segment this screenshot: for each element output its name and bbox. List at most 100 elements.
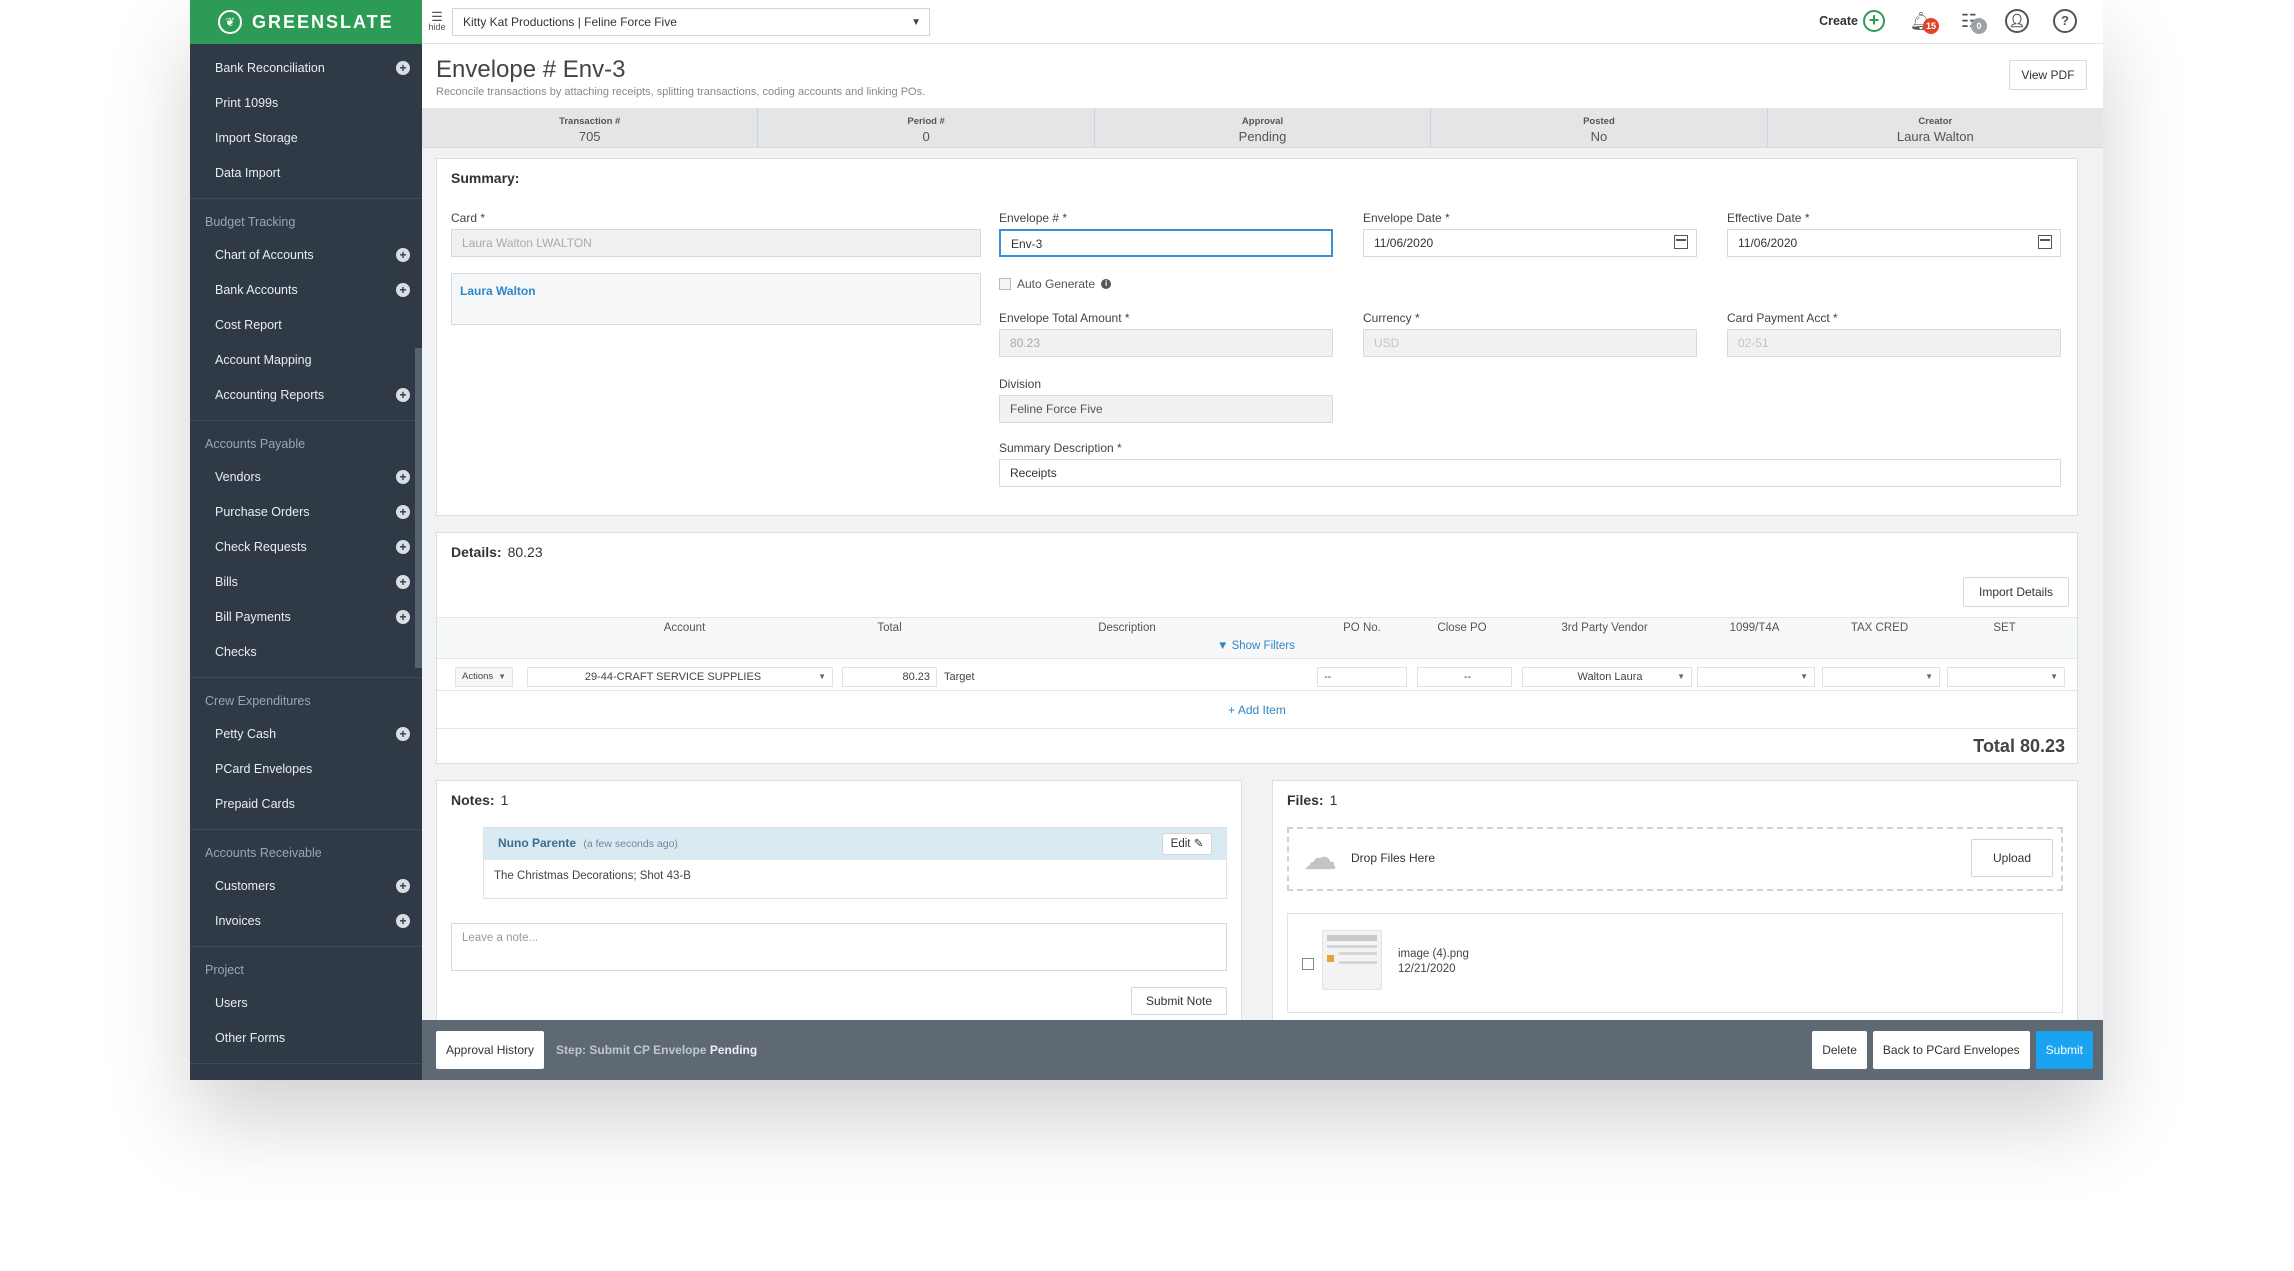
sidebar-item-account-mapping[interactable]: Account Mapping [190,342,422,377]
add-circle-icon[interactable]: + [396,505,410,519]
add-circle-icon[interactable]: + [396,248,410,262]
col-total[interactable]: Total [842,622,937,634]
add-circle-icon[interactable]: + [396,540,410,554]
approval-history-button[interactable]: Approval History [436,1031,545,1069]
set-select[interactable]: ▼ [1947,667,2065,687]
sidebar-item-bank-accounts[interactable]: Bank Accounts + [190,272,422,307]
drop-zone[interactable]: ☁ Drop Files Here Upload [1287,827,2063,891]
sidebar-item-chart-of-accounts[interactable]: Chart of Accounts + [190,237,422,272]
sidebar-item-bank-reconciliation[interactable]: Bank Reconciliation + [190,50,422,85]
add-circle-icon[interactable]: + [396,388,410,402]
submit-button[interactable]: Submit [2035,1031,2093,1069]
sidebar-item-other-forms[interactable]: Other Forms [190,1020,422,1055]
sidebar-item-label: Data Import [215,165,281,180]
sidebar-item-print-1099s[interactable]: Print 1099s [190,85,422,120]
sidebar-item-check-requests[interactable]: Check Requests + [190,529,422,564]
calendar-icon[interactable] [1674,235,1688,249]
tax-cred-select[interactable]: ▼ [1822,667,1940,687]
user-avatar-icon[interactable]: 👤︎ [2005,9,2029,33]
file-checkbox[interactable] [1302,958,1314,970]
sidebar-item-invoices[interactable]: Invoices + [190,903,422,938]
add-circle-icon[interactable]: + [396,61,410,75]
division-label: Division [999,377,1042,391]
notifications-button[interactable]: 🔔︎ 15 [1909,8,1939,34]
col-tax-cred[interactable]: TAX CRED [1817,622,1942,634]
effective-date-input[interactable]: 11/06/2020 [1727,229,2061,257]
col-description[interactable]: Description [937,622,1317,634]
close-po-select[interactable]: -- [1417,667,1512,687]
description-input[interactable]: Receipts [999,459,2061,487]
po-select[interactable]: -- [1317,667,1407,687]
show-filters-link[interactable]: ▼ Show Filters [1217,640,1295,652]
add-item-link[interactable]: + Add Item [437,703,2077,717]
sidebar-item-checks[interactable]: Checks [190,634,422,669]
sidebar-item-purchase-orders[interactable]: Purchase Orders + [190,494,422,529]
sidebar-item-vendors[interactable]: Vendors + [190,459,422,494]
currency-field[interactable]: USD [1363,329,1697,357]
tasks-button[interactable]: ☷ 0 [1957,8,1987,34]
back-to-pcard-envelopes-button[interactable]: Back to PCard Envelopes [1872,1031,2030,1069]
auto-generate-checkbox[interactable] [999,278,1011,290]
sidebar-item-users[interactable]: Users [190,985,422,1020]
vendor-value: Walton Laura [1577,671,1643,683]
add-circle-icon[interactable]: + [396,610,410,624]
note-textarea[interactable]: Leave a note... [451,923,1227,971]
row-actions-button[interactable]: Actions ▼ [455,667,513,687]
total-input[interactable]: 80.23 [842,667,937,687]
add-circle-icon[interactable]: + [396,914,410,928]
envelope-date-input[interactable]: 11/06/2020 [1363,229,1697,257]
sidebar-item-bill-payments[interactable]: Bill Payments + [190,599,422,634]
info-icon[interactable]: i [1101,279,1112,289]
details-amount: 80.23 [507,544,543,560]
col-close-po[interactable]: Close PO [1407,622,1517,634]
sidebar-item-petty-cash[interactable]: Petty Cash + [190,716,422,751]
submit-note-button[interactable]: Submit Note [1131,987,1227,1015]
sidebar-item-prepaid-cards[interactable]: Prepaid Cards [190,786,422,821]
card-field[interactable]: Laura Walton LWALTON [451,229,981,257]
import-details-button[interactable]: Import Details [1963,577,2069,607]
calendar-icon[interactable] [2038,235,2052,249]
view-pdf-button[interactable]: View PDF [2009,60,2087,90]
cardholder-link[interactable]: Laura Walton [460,284,536,298]
file-name[interactable]: image (4).png [1398,948,1469,960]
envelope-no-input[interactable]: Env-3 [999,229,1333,257]
sidebar-item-import-storage[interactable]: Import Storage [190,120,422,155]
col-vendor[interactable]: 3rd Party Vendor [1517,622,1692,634]
note-time: (a few seconds ago) [583,838,678,850]
upload-button[interactable]: Upload [1971,839,2053,877]
add-circle-icon[interactable]: + [396,575,410,589]
vendor-select[interactable]: Walton Laura ▼ [1522,667,1692,687]
total-amount-field[interactable]: 80.23 [999,329,1333,357]
col-account[interactable]: Account [527,622,842,634]
col-set[interactable]: SET [1942,622,2067,634]
hide-sidebar-toggle[interactable]: ☰ hide [422,10,452,32]
account-select[interactable]: 29-44-CRAFT SERVICE SUPPLIES ▼ [527,667,833,687]
meta-label: Approval [1241,116,1284,127]
sidebar-item-data-import[interactable]: Data Import [190,155,422,190]
add-circle-icon[interactable]: + [396,879,410,893]
sidebar-scrollbar[interactable] [415,348,422,668]
sidebar-item-customers[interactable]: Customers + [190,868,422,903]
division-field[interactable]: Feline Force Five [999,395,1333,423]
edit-note-button[interactable]: Edit ✎ [1162,833,1212,855]
production-select[interactable]: Kitty Kat Productions | Feline Force Fiv… [452,7,930,36]
brand-logo[interactable]: ❦ GREENSLATE [190,0,422,44]
sidebar-item-cost-report[interactable]: Cost Report [190,307,422,342]
add-circle-icon[interactable]: + [396,727,410,741]
add-circle-icon[interactable]: + [396,470,410,484]
file-thumbnail[interactable] [1322,930,1382,990]
top-bar: ☰ hide Kitty Kat Productions | Feline Fo… [422,0,2103,44]
description-input[interactable]: Target [937,667,1317,687]
col-1099[interactable]: 1099/T4A [1692,622,1817,634]
sidebar-item-bills[interactable]: Bills + [190,564,422,599]
help-icon[interactable]: ? [2053,9,2077,33]
sidebar-item-pcard-envelopes[interactable]: PCard Envelopes [190,751,422,786]
card-payment-field[interactable]: 02-51 [1727,329,2061,357]
drop-files-label: Drop Files Here [1351,851,1436,865]
create-button[interactable]: Create + [1819,10,1885,32]
delete-button[interactable]: Delete [1812,1031,1867,1069]
1099-select[interactable]: ▼ [1697,667,1815,687]
sidebar-item-accounting-reports[interactable]: Accounting Reports + [190,377,422,412]
add-circle-icon[interactable]: + [396,283,410,297]
col-po-no[interactable]: PO No. [1317,622,1407,634]
